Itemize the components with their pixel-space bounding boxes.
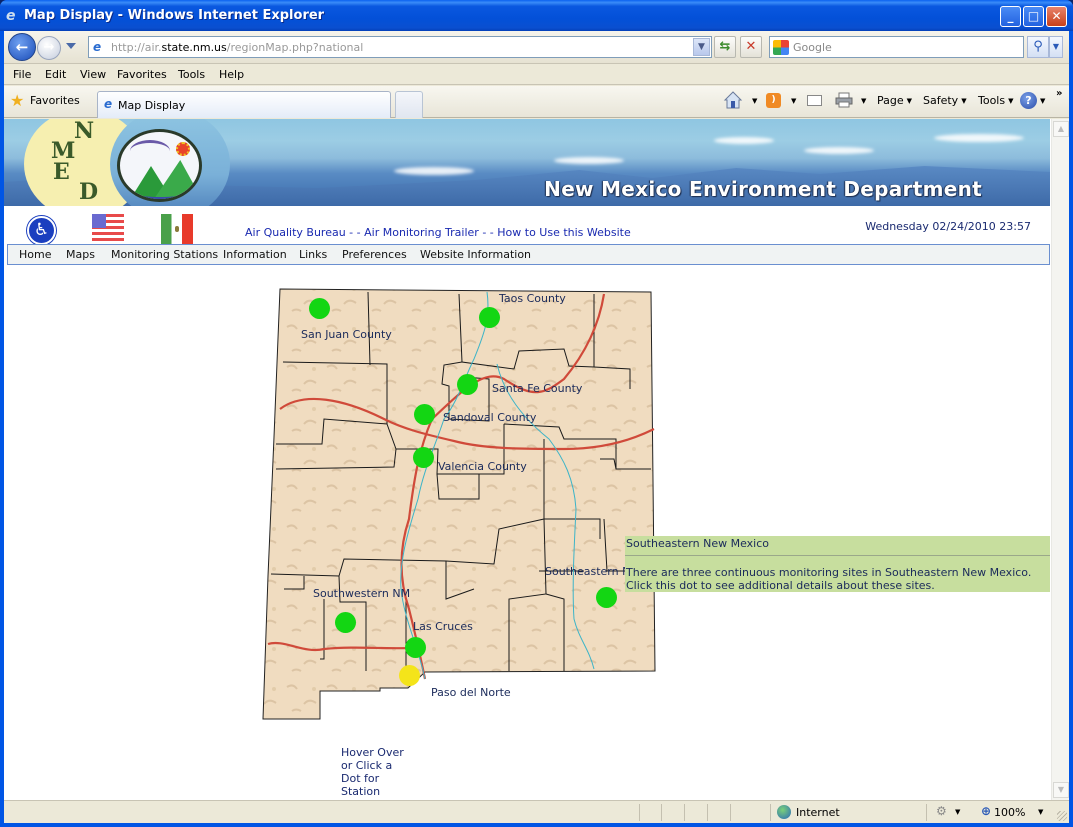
help-dropdown[interactable]: ▼ — [1037, 94, 1045, 107]
security-zone[interactable]: Internet — [796, 806, 840, 819]
favorites-bar: ★ Favorites e Map Display ▼ ) ▼ ▼ Page▼ — [4, 86, 1069, 118]
label-paso-del-norte: Paso del Norte — [431, 686, 511, 699]
safety-menu[interactable]: Safety ▼ — [923, 94, 967, 107]
address-dropdown-button[interactable]: ▼ — [693, 38, 710, 56]
stop-button[interactable]: ✕ — [740, 36, 762, 58]
station-dot-paso-del-norte[interactable] — [399, 665, 420, 686]
label-sandoval-county: Sandoval County — [443, 411, 537, 424]
google-icon — [773, 40, 789, 55]
feeds-dropdown[interactable]: ▼ — [788, 94, 796, 107]
back-button[interactable]: ← — [8, 33, 36, 61]
home-dropdown[interactable]: ▼ — [749, 94, 757, 107]
internet-zone-globe-icon — [777, 805, 791, 819]
map-graphic — [262, 288, 656, 720]
menu-view[interactable]: View — [80, 68, 106, 81]
state-outline — [262, 288, 656, 720]
menu-edit[interactable]: Edit — [45, 68, 66, 81]
search-placeholder: Google — [793, 41, 832, 54]
search-box[interactable]: Google — [769, 36, 1024, 58]
minimize-button[interactable]: _ — [1000, 6, 1021, 27]
tab-ie-icon: e — [104, 97, 113, 111]
refresh-button[interactable]: ⇆ — [714, 36, 736, 58]
vertical-scrollbar[interactable]: ▲ ▼ — [1051, 119, 1069, 800]
label-san-juan-county: San Juan County — [301, 328, 392, 341]
tooltip-body: There are three continuous monitoring si… — [626, 566, 1032, 592]
scroll-up-button[interactable]: ▲ — [1053, 121, 1069, 137]
station-dot-las-cruces[interactable] — [405, 637, 426, 658]
favorites-button[interactable]: Favorites — [30, 94, 80, 107]
station-dot-sandoval[interactable] — [414, 404, 435, 425]
page-icon: e — [93, 40, 102, 54]
print-icon[interactable] — [835, 92, 853, 108]
new-tab-button[interactable] — [395, 91, 423, 118]
zoom-dropdown[interactable]: ▼ — [1038, 808, 1043, 816]
menu-file[interactable]: File — [13, 68, 31, 81]
tab-label: Map Display — [118, 99, 186, 112]
zoom-level[interactable]: 100% — [994, 806, 1025, 819]
station-dot-san-juan[interactable] — [309, 298, 330, 319]
recent-pages-dropdown[interactable] — [66, 43, 76, 49]
print-dropdown[interactable]: ▼ — [858, 94, 866, 107]
browser-window: e Map Display - Windows Internet Explore… — [0, 0, 1073, 827]
maximize-button[interactable]: □ — [1023, 6, 1044, 27]
menu-bar: File Edit View Favorites Tools Help — [4, 65, 1069, 85]
label-santa-fe-county: Santa Fe County — [492, 382, 583, 395]
forward-button[interactable]: → — [37, 36, 61, 60]
protected-mode-icon[interactable]: ⚙ — [936, 804, 947, 818]
menu-favorites[interactable]: Favorites — [117, 68, 167, 81]
scroll-down-button[interactable]: ▼ — [1053, 782, 1069, 798]
station-dot-santa-fe[interactable] — [457, 374, 478, 395]
station-dot-southeastern[interactable] — [596, 587, 617, 608]
toolbar-overflow-chevron[interactable]: » — [1056, 88, 1062, 99]
resize-grip[interactable] — [1057, 811, 1067, 821]
close-button[interactable]: ✕ — [1046, 6, 1067, 27]
read-mail-icon[interactable] — [807, 95, 822, 106]
tab-map-display[interactable]: e Map Display — [97, 91, 391, 118]
label-southwestern-nm: Southwestern NM — [313, 587, 411, 600]
station-dot-valencia[interactable] — [413, 447, 434, 468]
search-options-button[interactable]: ▼ — [1049, 36, 1063, 58]
favorites-star-icon[interactable]: ★ — [10, 93, 24, 109]
window-title: Map Display - Windows Internet Explorer — [24, 8, 325, 23]
page-menu[interactable]: Page ▼ — [877, 94, 912, 107]
home-icon[interactable] — [723, 90, 743, 110]
rss-feed-icon[interactable]: ) — [766, 93, 781, 108]
search-button[interactable]: ⚲ — [1027, 36, 1049, 58]
status-bar: Internet ⚙ ▼ ⊕ 100% ▼ — [4, 800, 1069, 823]
ie-logo-icon: e — [6, 8, 16, 24]
map-instructions: Hover Over or Click a Dot for Station In… — [341, 746, 405, 800]
page-viewport: N M E D New Mexico Environment Departmen… — [4, 119, 1069, 800]
station-tooltip: Southeastern New Mexico There are three … — [625, 536, 1050, 592]
address-bar[interactable]: e http://air.state.nm.us/regionMap.php?n… — [88, 36, 712, 58]
station-dot-taos[interactable] — [479, 307, 500, 328]
tools-menu[interactable]: Tools ▼ — [978, 94, 1014, 107]
zoom-magnifier-icon[interactable]: ⊕ — [981, 804, 991, 818]
help-icon[interactable]: ? — [1020, 92, 1037, 109]
label-taos-county: Taos County — [499, 292, 566, 305]
tooltip-title: Southeastern New Mexico — [625, 536, 1050, 556]
address-url[interactable]: http://air.state.nm.us/regionMap.php?nat… — [111, 41, 363, 54]
title-bar: e Map Display - Windows Internet Explore… — [0, 0, 1073, 31]
station-dot-southwestern[interactable] — [335, 612, 356, 633]
protected-mode-dropdown[interactable]: ▼ — [955, 808, 960, 816]
menu-help[interactable]: Help — [219, 68, 244, 81]
label-las-cruces: Las Cruces — [413, 620, 473, 633]
label-valencia-county: Valencia County — [438, 460, 527, 473]
browser-frame: ← → e http://air.state.nm.us/regionMap.p… — [4, 31, 1069, 823]
navigation-bar: ← → e http://air.state.nm.us/regionMap.p… — [4, 31, 1069, 64]
menu-tools[interactable]: Tools — [178, 68, 205, 81]
